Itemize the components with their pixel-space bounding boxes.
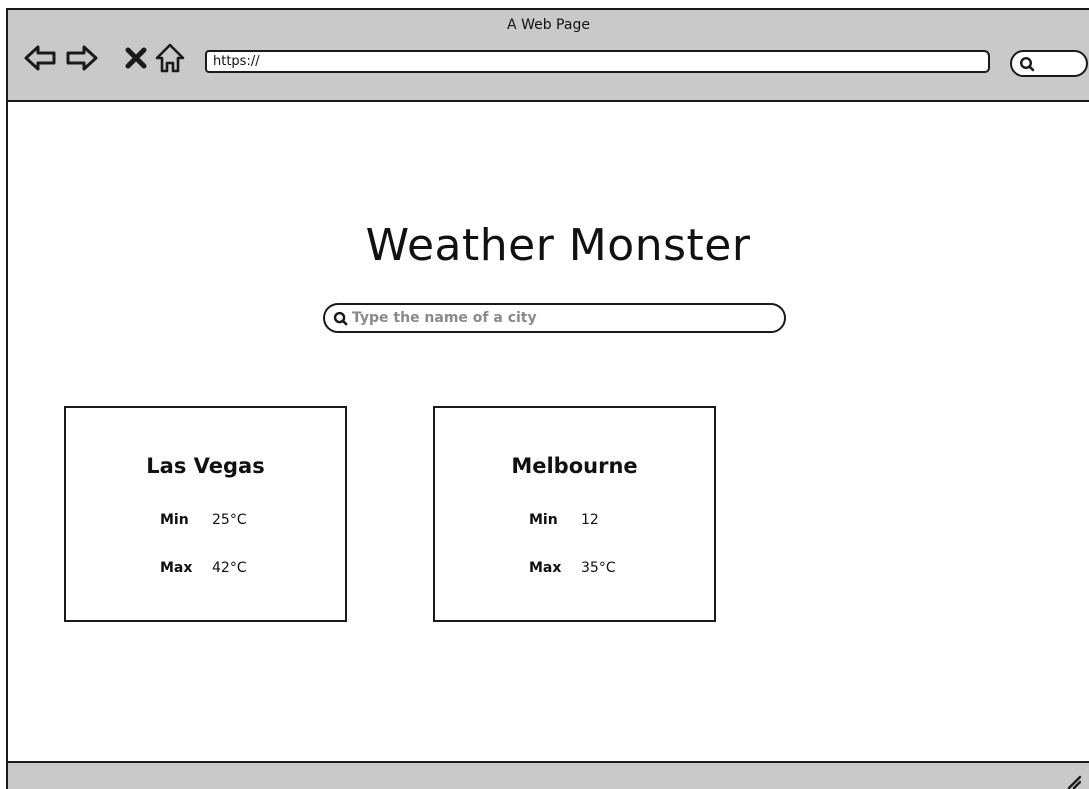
max-value: 35°C [581,560,616,576]
min-value: 12 [581,512,599,528]
min-label: Min [160,512,189,528]
max-temp-row: Max 42°C [160,560,247,576]
max-label: Max [160,560,193,576]
min-value: 25°C [212,512,247,528]
page-content: Weather Monster Las Vegas Min 25°C Max 42°… [8,102,1089,761]
back-arrow-icon [24,45,56,71]
home-icon [155,43,185,73]
browser-toolbar: A Web Page [8,10,1089,102]
min-label: Min [529,512,558,528]
max-temp-row: Max 35°C [529,560,616,576]
stop-button[interactable] [118,40,154,76]
window-title: A Web Page [507,17,590,33]
browser-window: A Web Page https:// Weather Monster Type… [6,8,1089,789]
forward-arrow-icon [66,45,98,71]
page-title: Weather Monster [365,220,751,271]
weather-card: Melbourne Min 12 Max 35°C [433,406,716,622]
min-temp-row: Min 25°C [160,512,247,528]
max-label: Max [529,560,562,576]
min-temp-row: Min 12 [529,512,599,528]
search-icon [333,311,348,326]
resize-grip-icon[interactable] [1065,773,1081,789]
status-bar [8,761,1089,789]
city-name: Melbourne [511,454,638,478]
close-icon [125,47,147,69]
search-icon [1019,56,1035,72]
weather-card: Las Vegas Min 25°C Max 42°C [64,406,347,622]
max-value: 42°C [212,560,247,576]
url-input[interactable] [205,50,990,73]
home-button[interactable] [152,40,188,76]
back-button[interactable] [22,40,58,76]
city-search-box[interactable] [323,303,786,333]
forward-button[interactable] [64,40,100,76]
city-name: Las Vegas [146,454,265,478]
city-search-input[interactable] [352,307,772,329]
toolbar-search-field[interactable] [1010,50,1088,77]
